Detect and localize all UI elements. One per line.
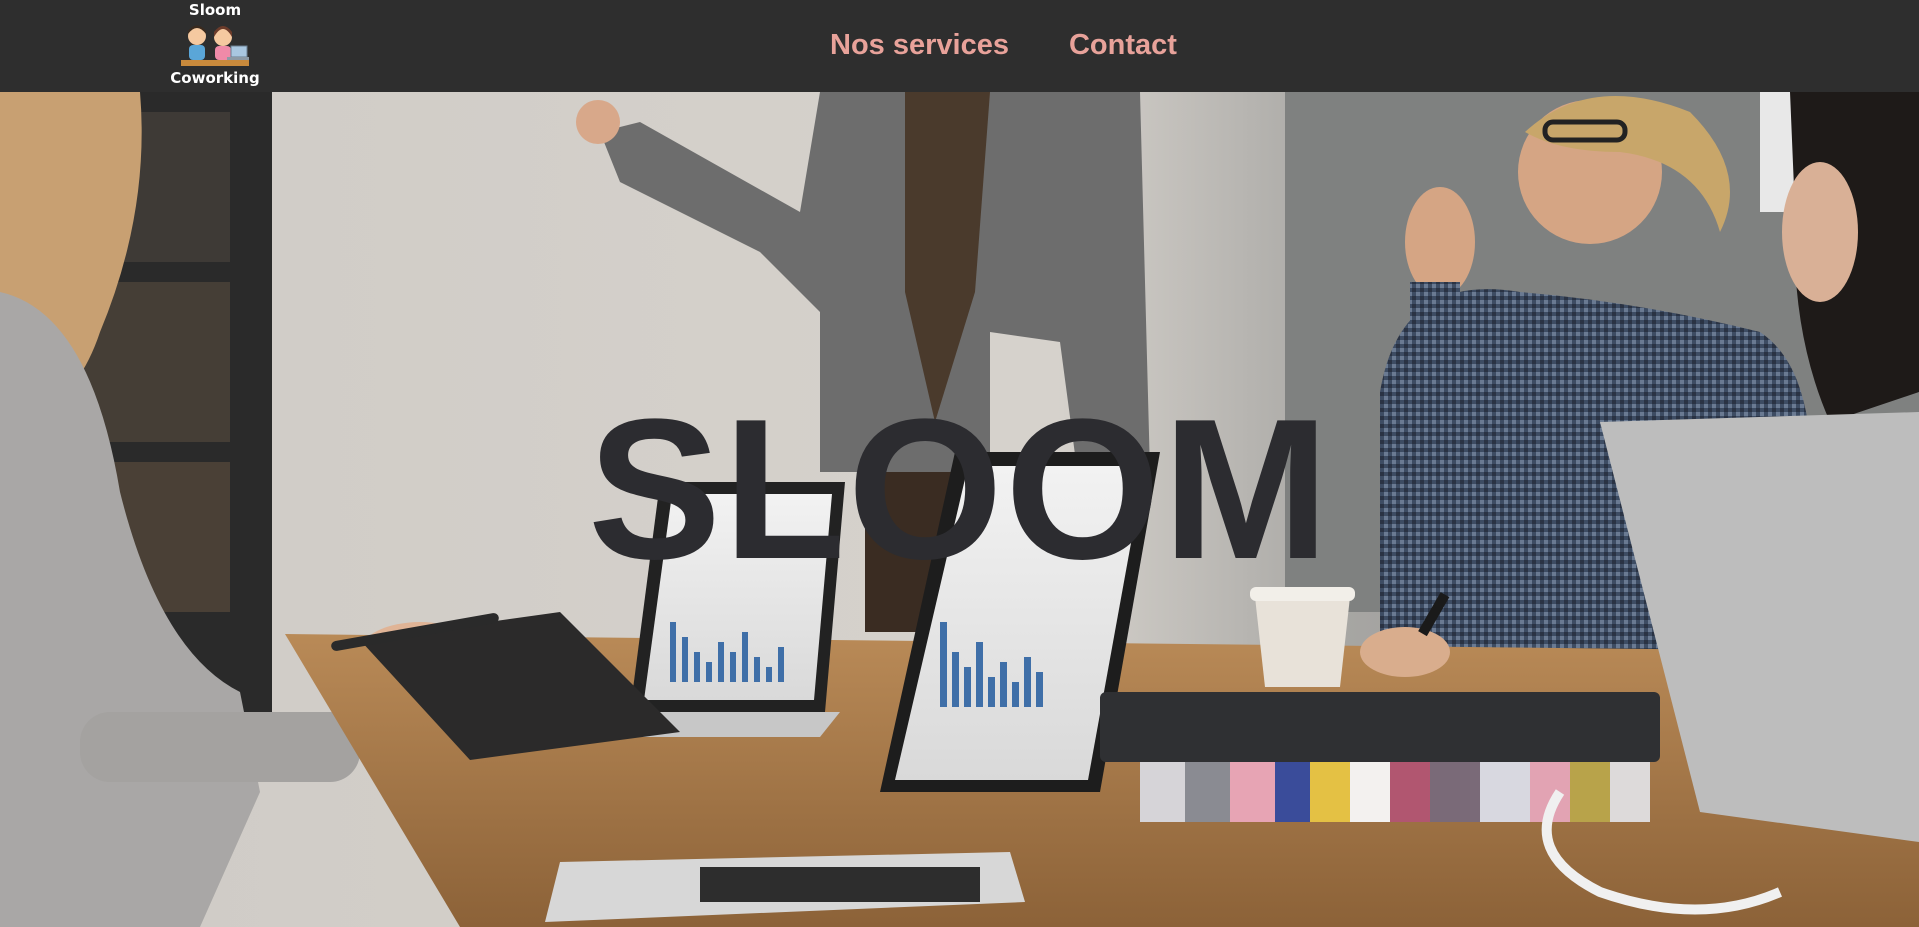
logo-top-text: Sloom (188, 1, 242, 19)
top-navbar: Sloom Coworking Nos services Contact (0, 0, 1919, 92)
two-people-at-laptop-icon (181, 25, 249, 66)
logo[interactable]: Sloom Coworking (164, 2, 266, 90)
logo-bottom-text: Coworking (170, 69, 260, 87)
nav-link-contact[interactable]: Contact (1069, 24, 1177, 66)
main-nav: Nos services Contact (830, 24, 1177, 66)
hero-title: SLOOM (587, 378, 1332, 601)
nav-link-services[interactable]: Nos services (830, 24, 1009, 66)
hero-section: SLOOM (0, 92, 1919, 927)
